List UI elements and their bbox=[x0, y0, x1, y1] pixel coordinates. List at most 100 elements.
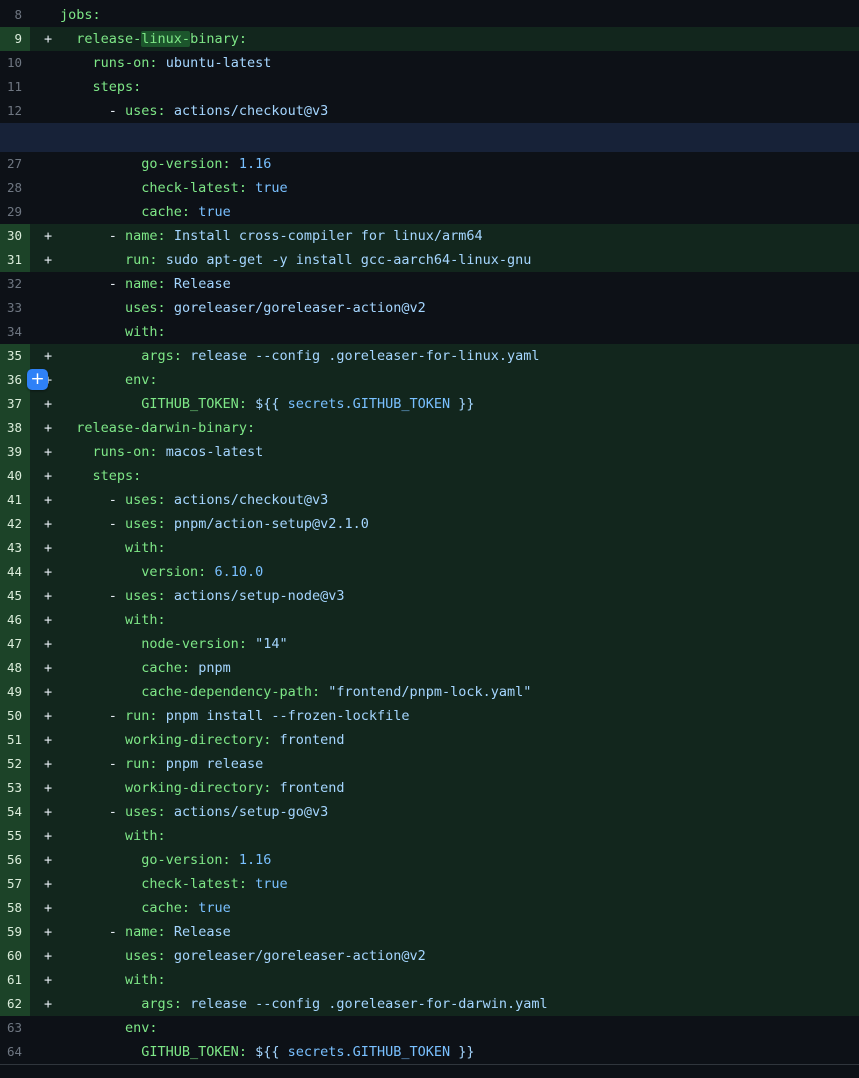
line-number[interactable]: 59 bbox=[0, 920, 30, 944]
line-number[interactable]: 55 bbox=[0, 824, 30, 848]
line-number[interactable]: 33 bbox=[0, 296, 30, 320]
line-number[interactable]: 35 bbox=[0, 344, 30, 368]
diff-marker bbox=[30, 296, 60, 320]
line-number[interactable]: 36 bbox=[0, 368, 30, 392]
diff-line-38: 38+ release-darwin-binary: bbox=[0, 416, 859, 440]
line-number[interactable]: 27 bbox=[0, 152, 30, 176]
diff-marker: + bbox=[30, 464, 60, 488]
line-number[interactable]: 45 bbox=[0, 584, 30, 608]
yaml-string: ${{ bbox=[255, 1044, 288, 1060]
line-content: + cache: true bbox=[30, 896, 859, 920]
line-number[interactable]: 40 bbox=[0, 464, 30, 488]
yaml-punctuation: - bbox=[109, 756, 125, 772]
line-content: + - name: Install cross-compiler for lin… bbox=[30, 224, 859, 248]
line-content: + - name: Release bbox=[30, 920, 859, 944]
line-number[interactable]: 58 bbox=[0, 896, 30, 920]
diff-marker bbox=[30, 99, 60, 123]
expand-hidden-lines-row[interactable] bbox=[0, 123, 859, 152]
add-line-comment-button[interactable]: + bbox=[27, 369, 48, 390]
line-number[interactable]: 28 bbox=[0, 176, 30, 200]
diff-view: 8 jobs:9+ release-linux-binary:10 runs-o… bbox=[0, 0, 859, 1065]
line-number[interactable]: 10 bbox=[0, 51, 30, 75]
line-number[interactable]: 57 bbox=[0, 872, 30, 896]
yaml-string: "14" bbox=[255, 636, 288, 652]
code-text: - run: pnpm install --frozen-lockfile bbox=[60, 704, 410, 728]
line-number[interactable]: 60 bbox=[0, 944, 30, 968]
diff-marker: + bbox=[30, 416, 60, 440]
diff-marker: + bbox=[30, 248, 60, 272]
code-text: uses: goreleaser/goreleaser-action@v2 bbox=[60, 296, 426, 320]
diff-line-59: 59+ - name: Release bbox=[0, 920, 859, 944]
code-text: runs-on: ubuntu-latest bbox=[60, 51, 271, 75]
line-content: + - uses: actions/setup-node@v3 bbox=[30, 584, 859, 608]
line-content: + working-directory: frontend bbox=[30, 728, 859, 752]
line-number[interactable]: 42 bbox=[0, 512, 30, 536]
diff-marker: + bbox=[30, 536, 60, 560]
line-number[interactable]: 34 bbox=[0, 320, 30, 344]
line-number[interactable]: 30 bbox=[0, 224, 30, 248]
line-number[interactable]: 39 bbox=[0, 440, 30, 464]
line-number[interactable]: 64 bbox=[0, 1040, 30, 1064]
line-number[interactable]: 32 bbox=[0, 272, 30, 296]
code-text: steps: bbox=[60, 75, 141, 99]
line-number[interactable]: 54 bbox=[0, 800, 30, 824]
line-number[interactable]: 52 bbox=[0, 752, 30, 776]
diff-line-47: 47+ node-version: "14" bbox=[0, 632, 859, 656]
line-number[interactable]: 47 bbox=[0, 632, 30, 656]
line-number[interactable]: 56 bbox=[0, 848, 30, 872]
code-text: with: bbox=[60, 320, 166, 344]
yaml-punctuation: - bbox=[109, 708, 125, 724]
diff-line-35: 35+ args: release --config .goreleaser-f… bbox=[0, 344, 859, 368]
line-number[interactable]: 9 bbox=[0, 27, 30, 51]
code-text: run: sudo apt-get -y install gcc-aarch64… bbox=[60, 248, 531, 272]
yaml-string: actions/checkout@v3 bbox=[174, 492, 328, 508]
yaml-key: node-version: bbox=[141, 636, 247, 652]
line-number[interactable]: 11 bbox=[0, 75, 30, 99]
line-content: + version: 6.10.0 bbox=[30, 560, 859, 584]
line-number[interactable]: 62 bbox=[0, 992, 30, 1016]
yaml-punctuation bbox=[247, 396, 255, 412]
line-number[interactable]: 12 bbox=[0, 99, 30, 123]
line-number[interactable]: 51 bbox=[0, 728, 30, 752]
code-text: - uses: actions/checkout@v3 bbox=[60, 488, 328, 512]
code-text: release-linux-binary: bbox=[60, 27, 247, 51]
line-content: check-latest: true bbox=[30, 176, 859, 200]
yaml-punctuation bbox=[166, 516, 174, 532]
diff-marker bbox=[30, 51, 60, 75]
diff-line-61: 61+ with: bbox=[0, 968, 859, 992]
diff-marker: + bbox=[30, 824, 60, 848]
yaml-key: GITHUB_TOKEN: bbox=[141, 1044, 247, 1060]
diff-line-45: 45+ - uses: actions/setup-node@v3 bbox=[0, 584, 859, 608]
line-number[interactable]: 37 bbox=[0, 392, 30, 416]
line-number[interactable]: 44 bbox=[0, 560, 30, 584]
yaml-punctuation bbox=[158, 756, 166, 772]
code-text: - uses: actions/setup-node@v3 bbox=[60, 584, 345, 608]
line-number[interactable]: 29 bbox=[0, 200, 30, 224]
line-content: + args: release --config .goreleaser-for… bbox=[30, 992, 859, 1016]
line-number[interactable]: 63 bbox=[0, 1016, 30, 1040]
line-number[interactable]: 61 bbox=[0, 968, 30, 992]
line-number[interactable]: 53 bbox=[0, 776, 30, 800]
line-content: - name: Release bbox=[30, 272, 859, 296]
line-content: + args: release --config .goreleaser-for… bbox=[30, 344, 859, 368]
line-number[interactable]: 41 bbox=[0, 488, 30, 512]
yaml-key: binary: bbox=[190, 31, 247, 47]
code-text: with: bbox=[60, 536, 166, 560]
yaml-constant: 1.16 bbox=[239, 156, 272, 172]
line-number[interactable]: 31 bbox=[0, 248, 30, 272]
yaml-punctuation: - bbox=[109, 804, 125, 820]
yaml-punctuation: - bbox=[109, 228, 125, 244]
diff-marker bbox=[30, 272, 60, 296]
line-number[interactable]: 8 bbox=[0, 3, 30, 27]
diff-marker bbox=[30, 1016, 60, 1040]
line-number[interactable]: 46 bbox=[0, 608, 30, 632]
yaml-key: with: bbox=[125, 972, 166, 988]
line-number[interactable]: 49 bbox=[0, 680, 30, 704]
yaml-constant: secrets.GITHUB_TOKEN bbox=[288, 396, 451, 412]
yaml-key: go-version: bbox=[141, 156, 230, 172]
diff-marker: + bbox=[30, 848, 60, 872]
line-number[interactable]: 48 bbox=[0, 656, 30, 680]
line-number[interactable]: 50 bbox=[0, 704, 30, 728]
line-number[interactable]: 43 bbox=[0, 536, 30, 560]
line-number[interactable]: 38 bbox=[0, 416, 30, 440]
